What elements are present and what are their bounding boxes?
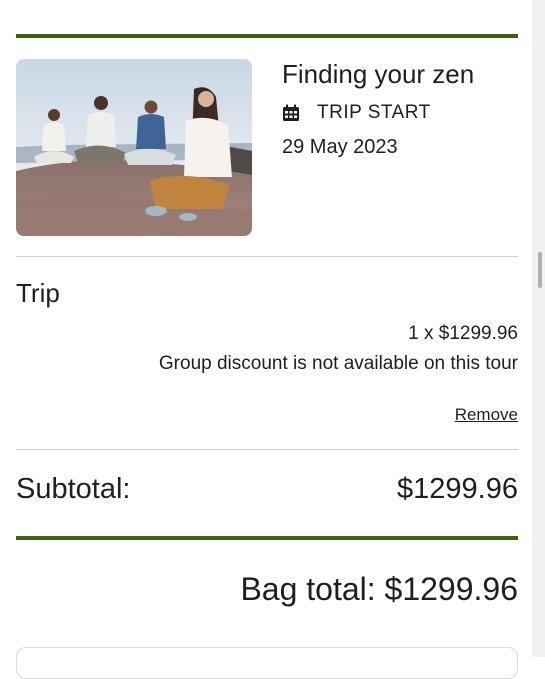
total-accent-divider	[16, 536, 518, 540]
subtotal-value: $1299.96	[397, 473, 518, 505]
calendar-icon	[282, 104, 300, 122]
trip-start-row: TRIP START	[282, 101, 431, 125]
subtotal-divider	[16, 449, 518, 450]
section-divider	[16, 256, 518, 257]
scrollbar-track[interactable]	[532, 0, 545, 657]
subtotal-label: Subtotal:	[16, 473, 131, 505]
scrollbar-thumb[interactable]	[538, 252, 542, 288]
remove-link[interactable]: Remove	[455, 404, 518, 426]
trip-start-label: TRIP START	[317, 102, 431, 123]
trip-title: Finding your zen	[282, 59, 475, 89]
cart-item-panel: Finding your zen TRIP START 29 May 2023 …	[16, 0, 518, 679]
trip-photo	[16, 59, 252, 236]
top-accent-divider	[16, 34, 518, 38]
bag-total: Bag total: $1299.96	[240, 571, 518, 607]
trip-start-date: 29 May 2023	[282, 136, 398, 158]
line-item-heading: Trip	[16, 278, 60, 308]
next-card	[16, 647, 518, 679]
group-discount-note: Group discount is not available on this …	[158, 353, 518, 374]
quantity-price: 1 x $1299.96	[408, 323, 518, 344]
